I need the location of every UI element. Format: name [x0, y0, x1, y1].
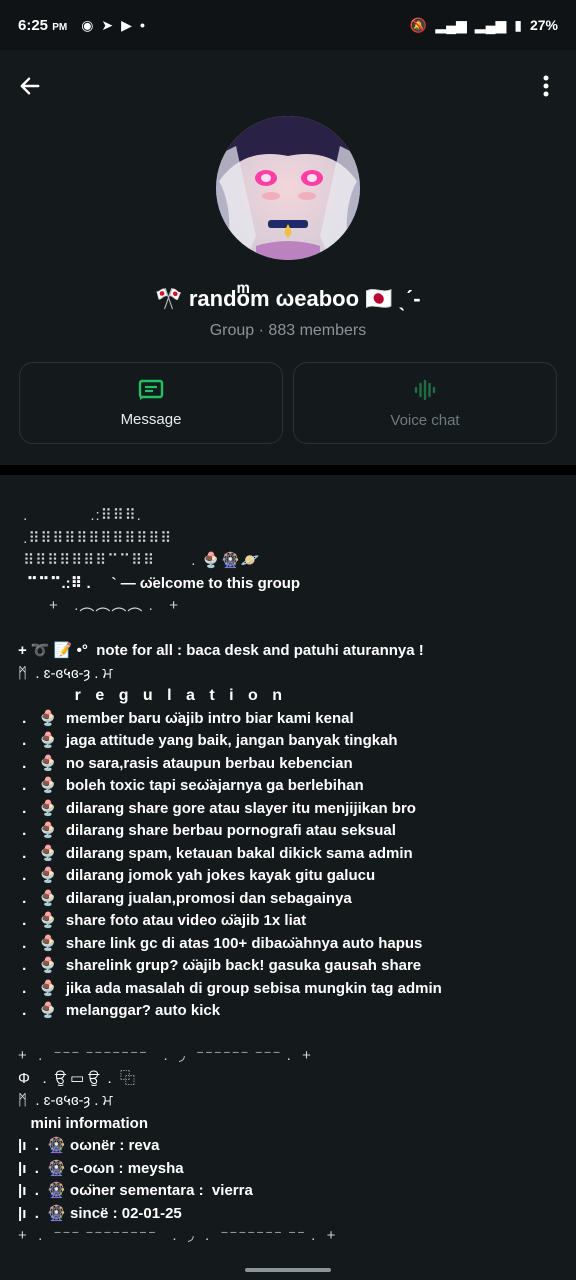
- battery-icon: ▮: [514, 16, 522, 33]
- signal-icon: ▂▄▆: [435, 16, 467, 33]
- more-vertical-icon: [543, 75, 549, 97]
- group-members-count: Group · 883 members: [209, 322, 367, 339]
- voice-wave-icon: [414, 379, 436, 400]
- mute-icon: 🔕: [409, 16, 428, 33]
- notification-icons: ◉ ➤ ▶ •: [81, 17, 145, 34]
- rule-item: . 🍨 dilarang jualan,promosi dan sebagain…: [18, 889, 352, 907]
- gesture-nav-handle[interactable]: [245, 1268, 331, 1272]
- whatsapp-icon: ◉: [81, 16, 94, 33]
- rule-item: . 🍨 melanggar? auto kick: [18, 1002, 221, 1019]
- description-line: Φ . ਉ ▭ ਉ . ⿻: [18, 1069, 136, 1087]
- info-item: |ı . 🎡 oω̈ner sementara : vierra: [18, 1182, 253, 1199]
- rule-item: . 🍨 share link gc di atas 100+ dibaω̈ahn…: [18, 934, 423, 952]
- rule-item: . 🍨 member baru ω̈ajib intro biar kami k…: [18, 709, 354, 727]
- section-divider: [0, 465, 576, 475]
- rule-item: . 🍨 jika ada masalah di group sebisa mun…: [18, 979, 442, 997]
- rule-item: . 🍨 dilarang jomok yah jokes kayak gitu …: [18, 867, 376, 884]
- rule-item: . 🍨 share foto atau video ω̈ajib 1x liat: [18, 912, 307, 929]
- voice-chat-label: Voice chat: [390, 411, 460, 429]
- description-line: [18, 618, 558, 641]
- status-bar: 6:25 PM ◉ ➤ ▶ • 🔕 ▂▄▆ ▂▄▆ ▮ 27%: [0, 0, 576, 50]
- description-heading: mini information: [18, 1114, 149, 1132]
- status-time: 6:25 PM: [18, 16, 68, 34]
- rule-item: . 🍨 sharelink grup? ω̈ajib back! gasuka …: [18, 957, 422, 974]
- info-item: |ı . 🎡 sincё : 02-01-25: [18, 1204, 182, 1222]
- description-line: + ➰ 📝 •° note for all : baca desk and pa…: [18, 642, 424, 659]
- rule-item: . 🍨 no sara,rasis ataupun berbau kebenci…: [18, 754, 353, 772]
- message-icon: [138, 379, 164, 400]
- rule-item: . 🍨 dilarang share berbau pornografi ata…: [18, 822, 396, 839]
- description-line: + . ⁻⁻⁻ ⁻⁻⁻⁻⁻⁻⁻⁻ . ◞ . ⁻⁻⁻⁻⁻⁻⁻ ⁻⁻ . +: [18, 1227, 337, 1244]
- group-name: 🎌 randoͫm ωeaboo 🇯🇵 ˎˊ-: [155, 286, 421, 311]
- description-line: .⠿⠿⠿⠿⠿⠿⠿⠿⠿⠿⠿⠿: [18, 529, 173, 547]
- system-icons: 🔕 ▂▄▆ ▂▄▆ ▮ 27%: [410, 17, 558, 34]
- description-line: ᛗ . ɛ-ɞ५ɞ-ȝ . ਮ: [18, 664, 113, 682]
- description-heading: r e g u l a t i o n: [18, 687, 288, 704]
- telegram-icon: ➤: [101, 16, 114, 33]
- rule-item: . 🍨 jaga attitude yang baik, jangan bany…: [18, 732, 398, 749]
- description-line: ⠉⠉⠉.:⠿ . ` — ω̈elcome to this group: [18, 574, 301, 592]
- description-line: + . ⁻⁻⁻ ⁻⁻⁻⁻⁻⁻⁻ . ◞ ⁻⁻⁻⁻⁻⁻ ⁻⁻⁻ . +: [18, 1047, 312, 1064]
- signal-icon-2: ▂▄▆: [474, 16, 507, 33]
- play-icon: ▶: [121, 16, 132, 33]
- rule-item: . 🍨 boleh toxic tapi seω̈ajarnya ga berl…: [18, 777, 364, 794]
- group-header: 🎌 randoͫm ωeaboo 🇯🇵 ˎˊ- Group · 883 memb…: [0, 50, 576, 465]
- info-item: |ı . 🎡 oωnёr : reva: [18, 1137, 160, 1154]
- message-label: Message: [120, 410, 182, 428]
- dot-icon: •: [139, 17, 145, 33]
- description-line: [18, 1023, 558, 1046]
- rule-item: . 🍨 dilarang spam, ketauan bakal dikick …: [18, 844, 413, 862]
- info-item: |ı . 🎡 c-oωn : meysha: [18, 1159, 184, 1177]
- rule-item: . 🍨 dilarang share gore atau slayer itu …: [18, 799, 416, 817]
- description-line: ᛗ . ɛ-ɞ५ɞ-ȝ . ਮ: [18, 1092, 113, 1109]
- group-avatar[interactable]: [216, 116, 360, 260]
- description-line: + .︵︵︵︵ . +: [18, 597, 180, 614]
- avatar-image: [216, 116, 360, 260]
- arrow-left-icon: [20, 77, 40, 95]
- message-button[interactable]: Message: [19, 362, 283, 444]
- voice-chat-button[interactable]: Voice chat: [293, 362, 557, 444]
- description-line: ⠿⠿⠿⠿⠿⠿⠿⠉⠉⠿⠿ . 🍨🎡🪐: [18, 552, 261, 569]
- description-line: . .:⠿⠿⠿.: [18, 507, 142, 524]
- group-description: . .:⠿⠿⠿. .⠿⠿⠿⠿⠿⠿⠿⠿⠿⠿⠿⠿ ⠿⠿⠿⠿⠿⠿⠿⠉⠉⠿⠿ . 🍨🎡🪐…: [0, 475, 576, 1280]
- battery-percent: 27%: [529, 17, 558, 33]
- more-options-button[interactable]: [530, 70, 562, 102]
- back-button[interactable]: [14, 70, 46, 102]
